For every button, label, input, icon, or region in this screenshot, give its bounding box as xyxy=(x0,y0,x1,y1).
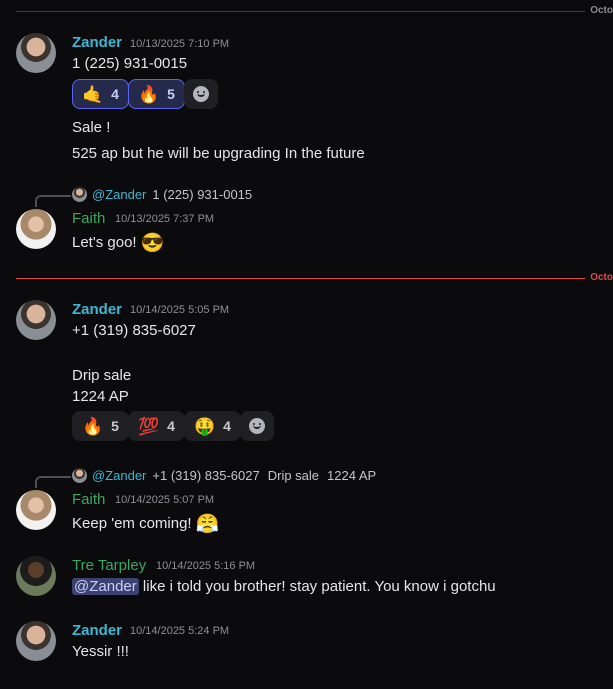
reaction-count: 5 xyxy=(167,86,175,102)
reply-text: +1 (319) 835-6027 xyxy=(152,468,260,483)
avatar[interactable] xyxy=(16,209,56,249)
date-divider: Octo xyxy=(16,5,613,16)
message-text: 1224 AP xyxy=(72,388,129,405)
avatar[interactable] xyxy=(16,621,56,661)
reaction-button[interactable]: 💯 4 xyxy=(128,411,185,441)
reaction-count: 4 xyxy=(111,86,119,102)
author-name[interactable]: Zander xyxy=(72,301,122,318)
message-text: Yessir !!! xyxy=(72,643,129,660)
reply-preview[interactable]: @Zander 1 (225) 931-0015 xyxy=(72,187,252,202)
reaction-button[interactable]: 🤑 4 xyxy=(184,411,241,441)
message-text: Drip sale xyxy=(72,367,132,384)
reply-text: 1 (225) 931-0015 xyxy=(152,187,253,202)
timestamp: 10/14/2025 5:16 PM xyxy=(156,560,256,572)
reply-text: Drip sale xyxy=(267,468,320,483)
smiley-icon xyxy=(193,86,209,102)
sunglasses-emoji: 😎 xyxy=(140,233,165,254)
add-reaction-button[interactable] xyxy=(184,79,218,109)
message-content: Keep 'em coming! 😤 xyxy=(72,512,219,536)
date-divider-label: Octo xyxy=(585,5,613,16)
message-text: Keep 'em coming! xyxy=(72,514,192,532)
call-me-emoji: 🤙 xyxy=(82,84,104,104)
reply-avatar xyxy=(72,187,87,202)
author-name[interactable]: Tre Tarpley xyxy=(72,557,146,574)
timestamp: 10/13/2025 7:37 PM xyxy=(115,213,215,225)
timestamp: 10/14/2025 5:05 PM xyxy=(130,304,230,316)
avatar[interactable] xyxy=(16,490,56,530)
author-name[interactable]: Faith xyxy=(72,491,105,508)
reply-mention[interactable]: @Zander xyxy=(92,468,146,483)
message-text: like i told you brother! stay patient. Y… xyxy=(138,578,496,595)
avatar[interactable] xyxy=(16,300,56,340)
message-text: Let's goo! xyxy=(72,233,137,251)
reaction-button[interactable]: 🤙 4 xyxy=(72,79,129,109)
message-text: 525 ap but he will be upgrading In the f… xyxy=(72,145,365,162)
date-divider-label: Octo xyxy=(585,272,613,283)
reaction-count: 4 xyxy=(167,418,175,434)
steam-nose-emoji: 😤 xyxy=(195,514,220,535)
fire-emoji: 🔥 xyxy=(138,84,160,104)
hundred-points-emoji: 💯 xyxy=(138,416,160,436)
smiley-icon xyxy=(249,418,265,434)
money-mouth-emoji: 🤑 xyxy=(194,416,216,436)
reply-mention[interactable]: @Zander xyxy=(92,187,146,202)
author-name[interactable]: Zander xyxy=(72,622,122,639)
new-messages-divider: Octo xyxy=(16,272,613,283)
fire-emoji: 🔥 xyxy=(82,416,104,436)
message-text: 1 (225) 931-0015 xyxy=(72,55,188,72)
avatar[interactable] xyxy=(16,33,56,73)
user-mention[interactable]: @Zander xyxy=(72,578,139,595)
message-content: Let's goo! 😎 xyxy=(72,231,164,255)
reaction-button[interactable]: 🔥 5 xyxy=(128,79,185,109)
avatar[interactable] xyxy=(16,556,56,596)
reply-connector xyxy=(35,195,71,207)
reply-avatar xyxy=(72,468,87,483)
author-name[interactable]: Faith xyxy=(72,210,105,227)
message-text: Sale ! xyxy=(72,119,111,136)
reply-connector xyxy=(35,476,71,488)
reaction-count: 5 xyxy=(111,418,119,434)
timestamp: 10/13/2025 7:10 PM xyxy=(130,38,230,50)
reply-text: 1224 AP xyxy=(327,468,377,483)
message-content: @Zander like i told you brother! stay pa… xyxy=(72,578,496,595)
timestamp: 10/14/2025 5:24 PM xyxy=(130,625,230,637)
reply-preview[interactable]: @Zander +1 (319) 835-6027 Drip sale 1224… xyxy=(72,468,376,483)
reaction-count: 4 xyxy=(223,418,231,434)
author-name[interactable]: Zander xyxy=(72,34,122,51)
timestamp: 10/14/2025 5:07 PM xyxy=(115,494,215,506)
message-text: +1 (319) 835-6027 xyxy=(72,322,196,339)
reaction-button[interactable]: 🔥 5 xyxy=(72,411,129,441)
add-reaction-button[interactable] xyxy=(240,411,274,441)
